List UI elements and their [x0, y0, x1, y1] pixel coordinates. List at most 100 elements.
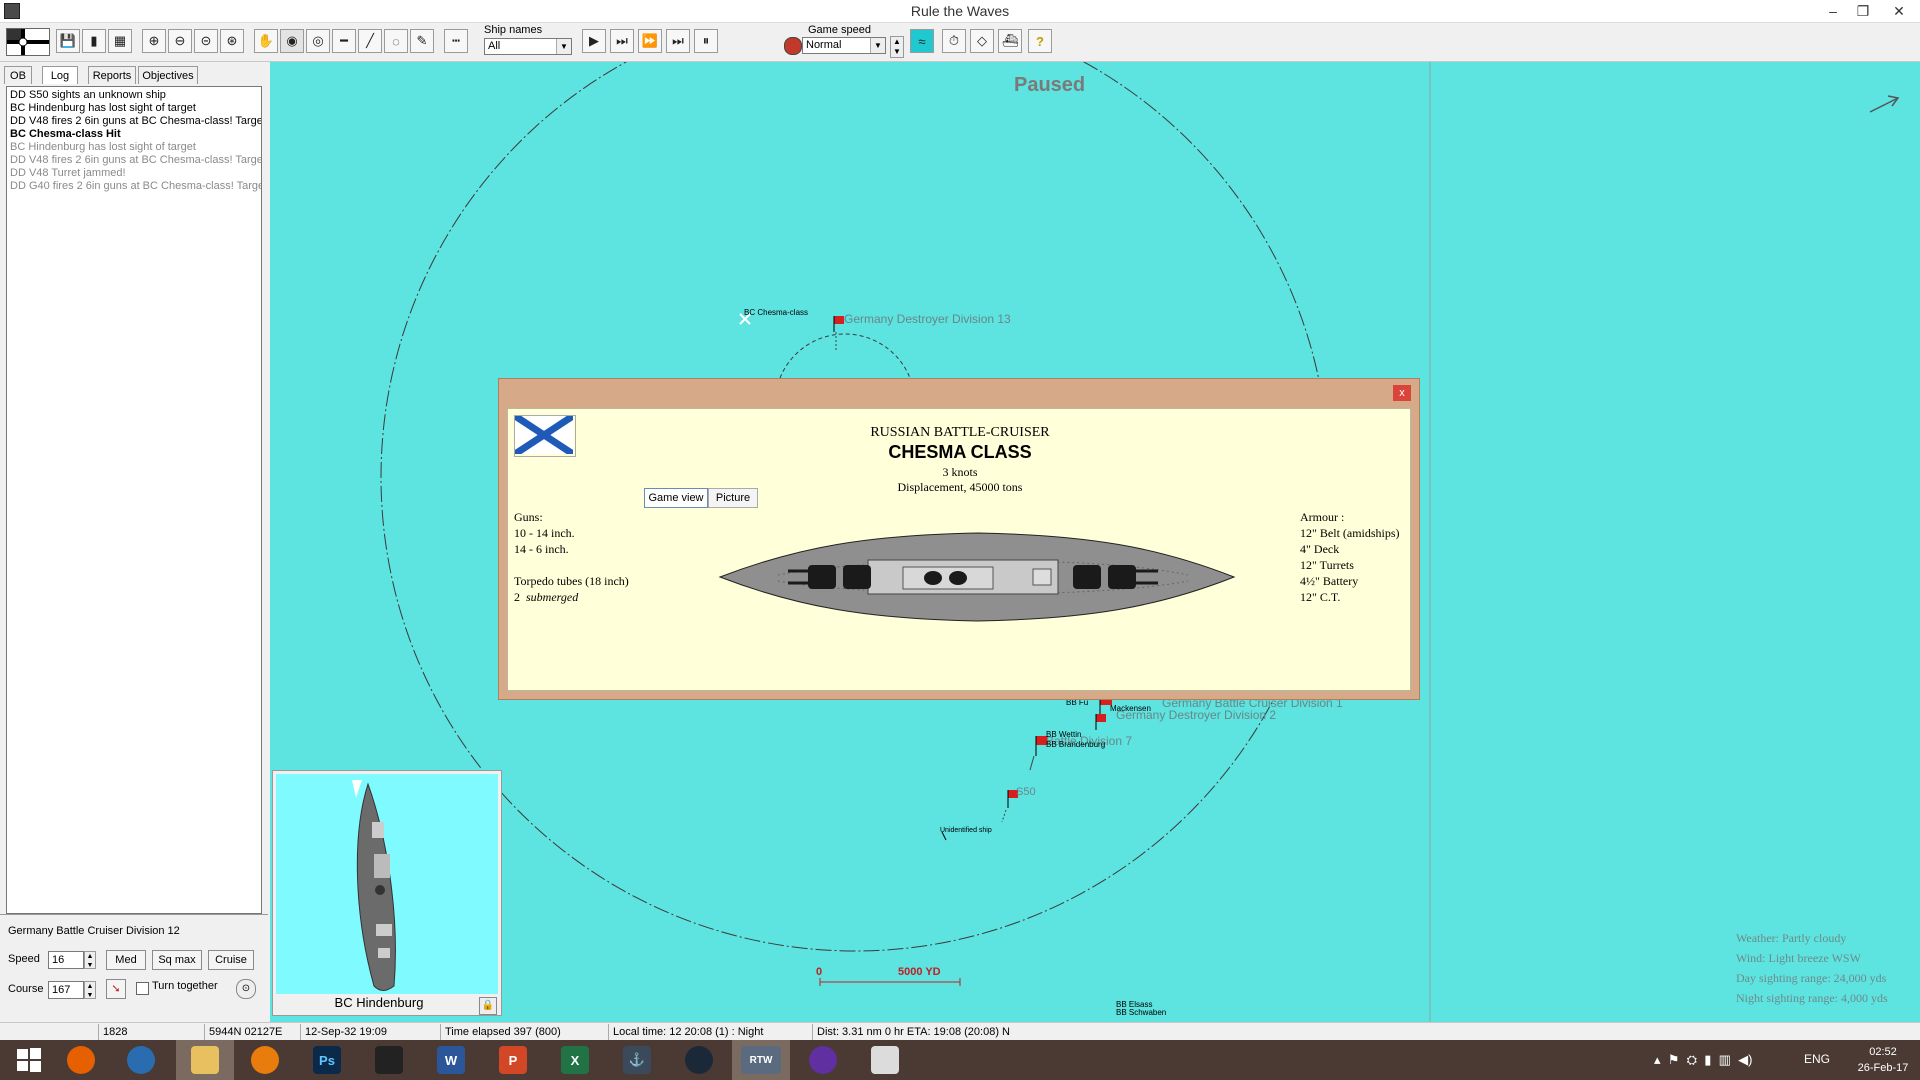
window-title: Rule the Waves — [0, 3, 1920, 19]
status-date: 12-Sep-32 19:09 — [300, 1024, 440, 1040]
sqmax-button[interactable]: Sq max — [152, 950, 202, 970]
ship-info-dialog: x RUSSIAN BATTLE-CRUISER CHESMA CLASS 3 … — [498, 378, 1420, 700]
class-name: CHESMA CLASS — [508, 442, 1412, 463]
speed-label: Speed — [8, 953, 40, 965]
course-label: Course — [8, 983, 43, 995]
formation-icon[interactable]: ⊙ — [236, 979, 256, 999]
timer-icon[interactable]: ⏱ — [942, 29, 966, 53]
chesma-map-label[interactable]: BC Chesma-class — [744, 308, 808, 317]
schwaben-map-label[interactable]: BB Schwaben — [1116, 1008, 1166, 1017]
save-icon[interactable]: 💾 — [56, 29, 80, 53]
turn-together-checkbox[interactable] — [136, 982, 149, 995]
range-circle-icon[interactable]: ◉ — [280, 29, 304, 53]
speed-stepper[interactable]: ▲▼ — [84, 951, 96, 969]
zoom-in-icon[interactable]: ⊕ — [142, 29, 166, 53]
lock-icon[interactable]: 🔒 — [479, 997, 497, 1015]
game-speed-select[interactable]: Normal ▼ — [802, 37, 886, 54]
close-window-button[interactable]: ✕ — [1884, 0, 1914, 22]
minimize-button[interactable]: – — [1818, 0, 1848, 22]
inkscape-taskbar-button[interactable] — [360, 1040, 418, 1080]
powerpoint-taskbar-button[interactable]: P — [484, 1040, 542, 1080]
fast-icon[interactable]: ⏩ — [638, 29, 662, 53]
language-indicator[interactable]: ENG — [1804, 1052, 1830, 1066]
dd2-flag — [1096, 714, 1106, 730]
status-local-time: Local time: 12 20:08 (1) : Night — [608, 1024, 812, 1040]
line-icon[interactable]: ━ — [332, 29, 356, 53]
tab-picture[interactable]: Picture — [708, 488, 758, 508]
map-view-icon[interactable]: ≈ — [910, 29, 934, 53]
play-icon[interactable]: ▶ — [582, 29, 606, 53]
pause-icon[interactable]: ⏸ — [694, 29, 718, 53]
powerpoint-icon: P — [499, 1046, 527, 1074]
division-controls: Germany Battle Cruiser Division 12 Speed… — [0, 914, 268, 1023]
system-tray-icons[interactable]: ▴ ⚑ ⛭ ▮ ▥ ◀) — [1654, 1052, 1752, 1068]
division-name: Germany Battle Cruiser Division 12 — [8, 925, 180, 937]
course-pointer-icon[interactable]: ➘ — [106, 979, 126, 999]
steam-taskbar-button[interactable] — [670, 1040, 728, 1080]
clock-date: 26-Feb-17 — [1850, 1060, 1916, 1076]
german-ensign-icon[interactable] — [6, 28, 50, 56]
left-panel: OB Log Reports Objectives DD S50 sights … — [0, 62, 268, 1022]
window-app-taskbar-button[interactable] — [856, 1040, 914, 1080]
wettin-map-label[interactable]: BB Wettin — [1046, 730, 1081, 739]
cruise-button[interactable]: Cruise — [208, 950, 254, 970]
zoom-min-icon[interactable]: ⊝ — [194, 29, 218, 53]
day-range-text: Day sighting range: 24,000 yds — [1736, 968, 1888, 988]
thunderbird-taskbar-button[interactable] — [112, 1040, 170, 1080]
clock[interactable]: 02:52 26-Feb-17 — [1850, 1044, 1916, 1076]
photoshop-taskbar-button[interactable]: Ps — [298, 1040, 356, 1080]
track-icon[interactable]: ╱ — [358, 29, 382, 53]
clock-time: 02:52 — [1850, 1044, 1916, 1060]
print-icon[interactable]: ▦ — [108, 29, 132, 53]
med-button[interactable]: Med — [106, 950, 146, 970]
speed-input[interactable]: 16 — [48, 951, 84, 969]
brandenburg-map-label[interactable]: BB Brandenburg — [1046, 740, 1105, 749]
ship-names-select[interactable]: All ▼ — [484, 38, 572, 55]
chevron-down-icon: ▼ — [870, 38, 885, 53]
dialog-close-button[interactable]: x — [1393, 385, 1411, 401]
help-icon[interactable]: ? — [1028, 29, 1052, 53]
wows-taskbar-button[interactable]: ⚓ — [608, 1040, 666, 1080]
tab-log[interactable]: Log — [42, 66, 78, 84]
tab-reports[interactable]: Reports — [88, 66, 136, 84]
guns-section: Guns: 10 - 14 inch. 14 - 6 inch. Torpedo… — [514, 509, 629, 605]
dotted-line-icon[interactable]: ┅ — [444, 29, 468, 53]
course-input[interactable]: 167 — [48, 981, 84, 999]
gun-range-icon[interactable]: ◎ — [306, 29, 330, 53]
rtw-taskbar-button[interactable]: RTW — [732, 1040, 790, 1080]
excel-taskbar-button[interactable]: X — [546, 1040, 604, 1080]
scale-end-label: 5000 YD — [898, 966, 941, 978]
blender-taskbar-button[interactable] — [236, 1040, 294, 1080]
s50-map-label[interactable]: S50 — [1016, 786, 1036, 798]
unidentified-map-label[interactable]: Unidentified ship — [940, 827, 992, 834]
faster-icon[interactable]: ⏭ — [666, 29, 690, 53]
speed-spinner[interactable]: ▲▼ — [890, 36, 904, 58]
start-button[interactable] — [0, 1040, 58, 1080]
media-taskbar-button[interactable] — [794, 1040, 852, 1080]
step-icon[interactable]: ⏭ — [610, 29, 634, 53]
ship-preview-view[interactable] — [276, 774, 498, 994]
report-icon[interactable]: ▮ — [82, 29, 106, 53]
clock-icon[interactable]: ◌ — [384, 29, 408, 53]
eraser-icon[interactable]: ◇ — [970, 29, 994, 53]
record-icon[interactable] — [784, 37, 802, 55]
windows-icon — [16, 1047, 42, 1073]
log-list[interactable]: DD S50 sights an unknown shipBC Hindenbu… — [6, 86, 262, 914]
explorer-taskbar-button[interactable] — [176, 1040, 234, 1080]
window-icon — [871, 1046, 899, 1074]
restore-button[interactable]: ❐ — [1848, 0, 1878, 22]
dd13-map-label[interactable]: Germany Destroyer Division 13 — [844, 312, 1011, 326]
mackensen-map-label[interactable]: Mackensen — [1110, 704, 1151, 713]
tab-objectives[interactable]: Objectives — [138, 66, 198, 84]
log-entry: DD V48 fires 2 6in guns at BC Chesma-cla… — [10, 115, 258, 128]
zoom-out-icon[interactable]: ⊖ — [168, 29, 192, 53]
ship-icon[interactable]: ⛴ — [998, 29, 1022, 53]
firefox-taskbar-button[interactable] — [52, 1040, 110, 1080]
word-taskbar-button[interactable]: W — [422, 1040, 480, 1080]
tab-game-view[interactable]: Game view — [644, 488, 708, 508]
pencil-icon[interactable]: ✎ — [410, 29, 434, 53]
course-stepper[interactable]: ▲▼ — [84, 981, 96, 999]
zoom-max-icon[interactable]: ⊛ — [220, 29, 244, 53]
tab-ob[interactable]: OB — [4, 66, 32, 84]
hand-icon[interactable]: ✋ — [254, 29, 278, 53]
